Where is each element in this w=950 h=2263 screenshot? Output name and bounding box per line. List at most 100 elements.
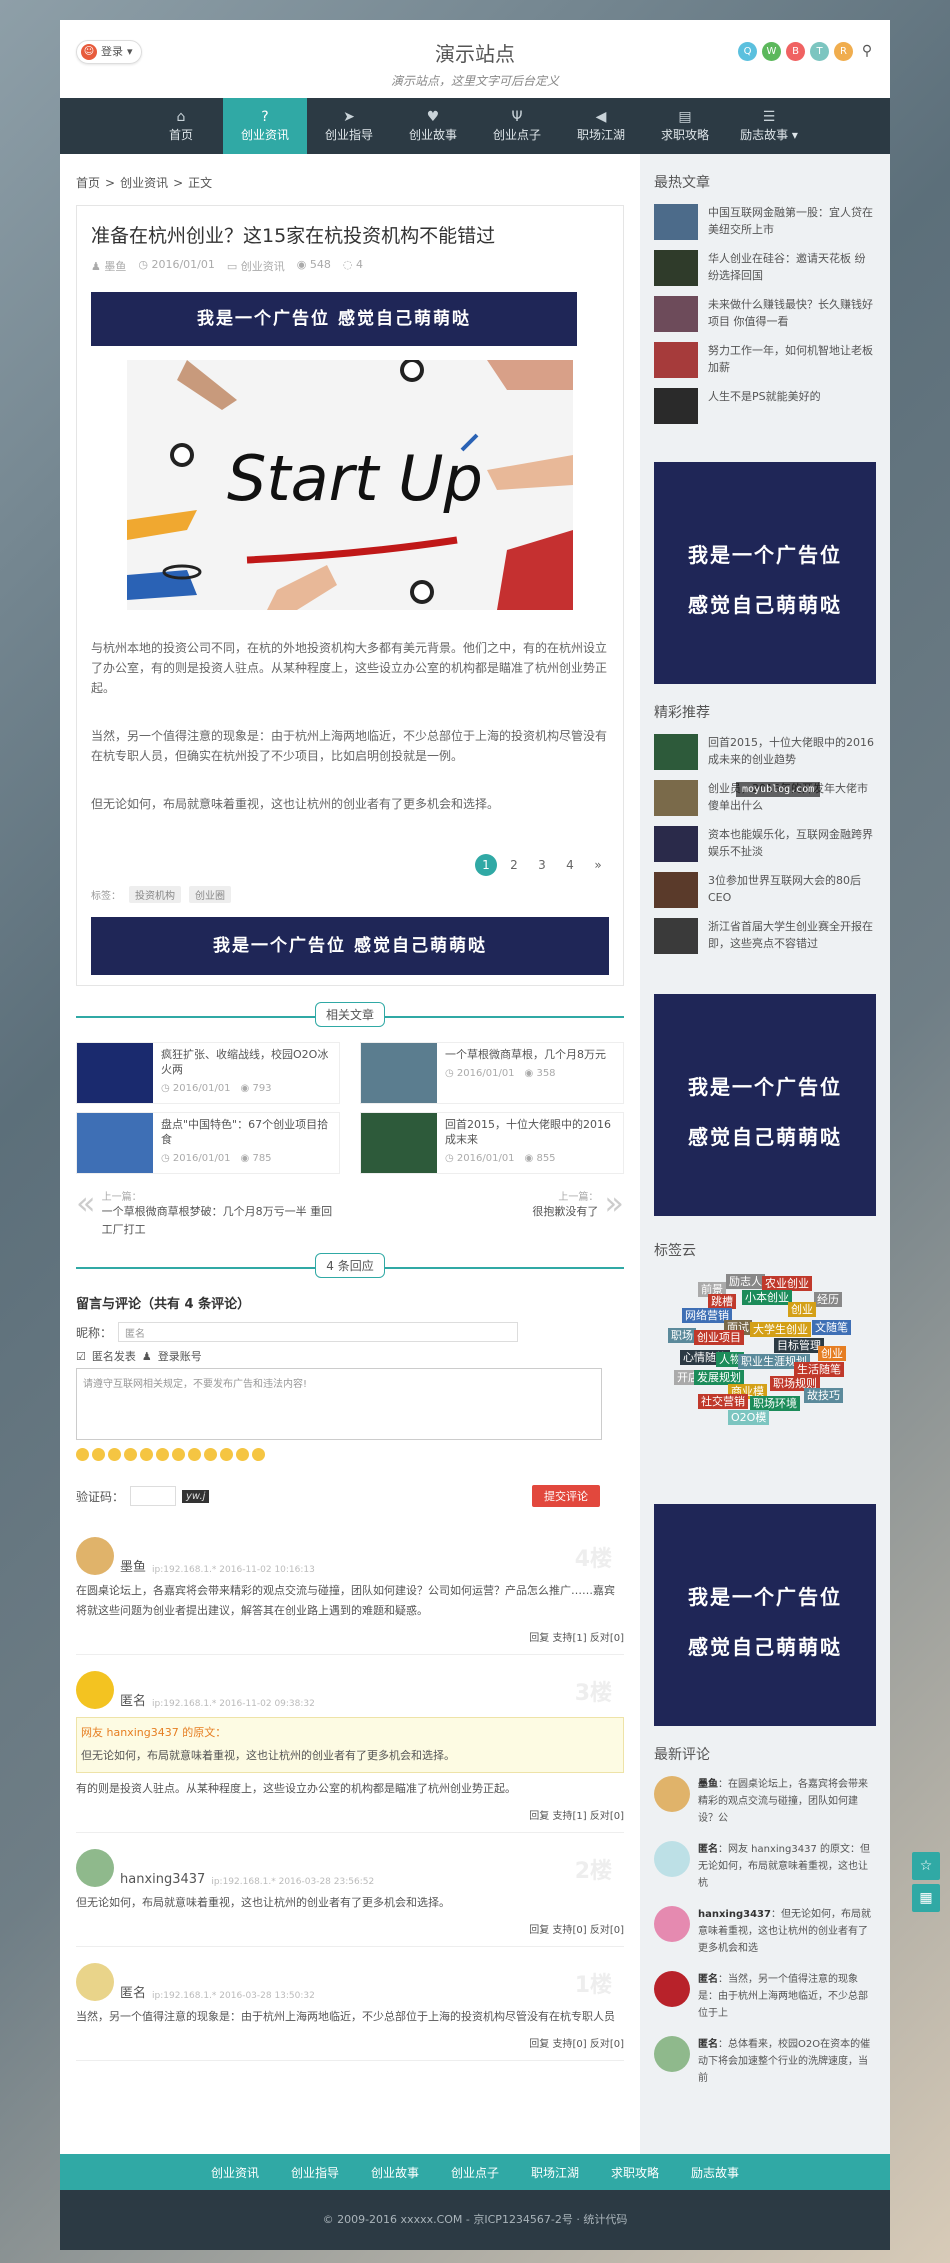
related-thumbnail[interactable] [77, 1113, 153, 1173]
sidebar-article[interactable]: 3位参加世界互联网大会的80后CEO [654, 872, 876, 908]
article-thumbnail[interactable] [654, 826, 698, 862]
prev-article-link[interactable]: « 上一篇： 一个草根微商草根梦破：几个月8万亏一半 重回工厂打工 [76, 1187, 336, 1239]
nav-item-6[interactable]: ▤ 求职攻略 [643, 98, 727, 154]
sidebar-article-title[interactable]: 资本也能娱乐化，互联网金融跨界娱乐不扯淡 [708, 826, 876, 862]
comments-meta[interactable]: ◌ 4 [343, 258, 363, 274]
related-title[interactable]: 一个草根微商草根，几个月8万元 [445, 1047, 606, 1062]
sidebar-ad-3[interactable]: 我是一个广告位 感觉自己萌萌哒 [654, 1504, 876, 1726]
cloud-tag[interactable]: 经历 [814, 1292, 842, 1307]
article-thumbnail[interactable] [654, 918, 698, 954]
article-thumbnail[interactable] [654, 250, 698, 286]
reply-link[interactable]: 回复 [529, 1925, 549, 1936]
related-thumbnail[interactable] [361, 1043, 437, 1103]
ad-banner-bottom[interactable]: 我是一个广告位 感觉自己萌萌哒 [91, 917, 609, 975]
rss-icon[interactable]: R [834, 42, 853, 61]
cloud-tag[interactable]: 大学生创业 [750, 1322, 811, 1337]
reply-link[interactable]: 回复 [529, 2039, 549, 2050]
cloud-tag[interactable]: 社交营销 [698, 1394, 748, 1409]
latest-comment[interactable]: hanxing3437：但无论如何，布局就意味着重视，这也让杭州的创业者有了更多… [654, 1906, 876, 1957]
latest-comment[interactable]: 墨鱼：在圆桌论坛上，各嘉宾将会带来精彩的观点交流与碰撞，团队如何建设？公 [654, 1776, 876, 1827]
sidebar-article[interactable]: 浙江省首届大学生创业赛全开报在即，这些亮点不容错过 [654, 918, 876, 954]
search-icon[interactable]: ⚲ [858, 42, 876, 61]
page-link[interactable]: 4 [559, 854, 581, 876]
sidebar-article-title[interactable]: 努力工作一年，如何机智地让老板加薪 [708, 342, 876, 378]
related-thumbnail[interactable] [77, 1043, 153, 1103]
emoji-icon[interactable] [220, 1448, 233, 1461]
latest-comment[interactable]: 匿名：总体看来，校园O2O在资本的催动下将会加速整个行业的洗牌速度，当前 [654, 2036, 876, 2087]
captcha-image[interactable]: yw.j [182, 1489, 210, 1503]
cloud-tag[interactable]: 生活随笔 [794, 1362, 844, 1377]
page-link[interactable]: » [587, 854, 609, 876]
emoji-icon[interactable] [92, 1448, 105, 1461]
sidebar-article-title[interactable]: 浙江省首届大学生创业赛全开报在即，这些亮点不容错过 [708, 918, 876, 954]
article-thumbnail[interactable] [654, 780, 698, 816]
sidebar-article-title[interactable]: 3位参加世界互联网大会的80后CEO [708, 872, 876, 908]
article-thumbnail[interactable] [654, 388, 698, 424]
sidebar-article[interactable]: 人生不是PS就能美好的 [654, 388, 876, 424]
cloud-tag[interactable]: 创业 [788, 1302, 816, 1317]
emoji-icon[interactable] [140, 1448, 153, 1461]
tag-link[interactable]: 投资机构 [129, 886, 181, 903]
ad-banner-top[interactable]: 我是一个广告位 感觉自己萌萌哒 [91, 292, 577, 346]
related-item[interactable]: 一个草根微商草根，几个月8万元 ◷ 2016/01/01 ◉ 358 [360, 1042, 624, 1104]
footer-nav-item[interactable]: 创业资讯 [205, 2164, 265, 2181]
submit-comment-button[interactable]: 提交评论 [532, 1485, 600, 1507]
related-item[interactable]: 回首2015，十位大佬眼中的2016成末来 ◷ 2016/01/01 ◉ 855 [360, 1112, 624, 1174]
sidebar-article[interactable]: 华人创业在硅谷：邀请天花板 纷纷选择回国 [654, 250, 876, 286]
nav-item-2[interactable]: ➤ 创业指导 [307, 98, 391, 154]
footer-nav-item[interactable]: 求职攻略 [605, 2164, 665, 2181]
cloud-tag[interactable]: 职场 [668, 1328, 696, 1343]
related-item[interactable]: 盘点"中国特色"：67个创业项目拾食 ◷ 2016/01/01 ◉ 785 [76, 1112, 340, 1174]
related-thumbnail[interactable] [361, 1113, 437, 1173]
next-article-link[interactable]: 上一篇： 很抱歉没有了 » [364, 1187, 624, 1239]
qq-icon[interactable]: Q [738, 42, 757, 61]
qrcode-icon[interactable]: ▦ [912, 1884, 940, 1912]
related-title[interactable]: 回首2015，十位大佬眼中的2016成末来 [445, 1117, 615, 1147]
cloud-tag[interactable]: 创业项目 [694, 1330, 744, 1345]
article-thumbnail[interactable] [654, 734, 698, 770]
support-link[interactable]: 支持[0] [552, 2039, 586, 2050]
sidebar-ad-2[interactable]: 我是一个广告位 感觉自己萌萌哒 [654, 994, 876, 1216]
oppose-link[interactable]: 反对[0] [590, 2039, 624, 2050]
emoji-icon[interactable] [124, 1448, 137, 1461]
sidebar-article-title[interactable]: 回首2015，十位大佬眼中的2016成未来的创业趋势 [708, 734, 876, 770]
tencent-weibo-icon[interactable]: T [810, 42, 829, 61]
footer-nav-item[interactable]: 励志故事 [685, 2164, 745, 2181]
related-title[interactable]: 盘点"中国特色"：67个创业项目拾食 [161, 1117, 331, 1147]
sidebar-article[interactable]: 未来做什么赚钱最快？长久赚钱好项目 你值得一看 [654, 296, 876, 332]
emoji-icon[interactable] [172, 1448, 185, 1461]
related-item[interactable]: 疯狂扩张、收缩战线，校园O2O冰火两 ◷ 2016/01/01 ◉ 793 [76, 1042, 340, 1104]
article-thumbnail[interactable] [654, 204, 698, 240]
sidebar-article[interactable]: 中国互联网金融第一股：宜人贷在美纽交所上市 [654, 204, 876, 240]
comment-textarea[interactable]: 请遵守互联网相关规定，不要发布广告和违法内容! [76, 1368, 602, 1440]
sidebar-article[interactable]: 努力工作一年，如何机智地让老板加薪 [654, 342, 876, 378]
oppose-link[interactable]: 反对[0] [590, 1925, 624, 1936]
nickname-input[interactable]: 匿名 [118, 1322, 519, 1342]
nav-item-1[interactable]: ? 创业资讯 [223, 98, 307, 154]
login-account-link[interactable]: 登录账号 [158, 1348, 202, 1364]
cloud-tag[interactable]: 目标管理 [774, 1338, 824, 1353]
category-meta[interactable]: ▭ 创业资讯 [227, 258, 285, 274]
support-link[interactable]: 支持[1] [552, 1811, 586, 1822]
cloud-tag[interactable]: 文随笔 [812, 1320, 851, 1335]
sidebar-article[interactable]: 资本也能娱乐化，互联网金融跨界娱乐不扯淡 [654, 826, 876, 862]
article-thumbnail[interactable] [654, 342, 698, 378]
footer-nav-item[interactable]: 创业故事 [365, 2164, 425, 2181]
star-icon[interactable]: ☆ [912, 1852, 940, 1880]
emoji-icon[interactable] [252, 1448, 265, 1461]
cloud-tag[interactable]: 职场环境 [750, 1396, 800, 1411]
emoji-icon[interactable] [108, 1448, 121, 1461]
weibo-icon[interactable]: B [786, 42, 805, 61]
prev-article-title[interactable]: 一个草根微商草根梦破：几个月8万亏一半 重回工厂打工 [102, 1203, 336, 1239]
nav-item-5[interactable]: ◀ 职场江湖 [559, 98, 643, 154]
captcha-input[interactable] [130, 1486, 177, 1506]
cloud-tag[interactable]: 小本创业 [742, 1290, 792, 1305]
cloud-tag[interactable]: 故技巧 [804, 1388, 843, 1403]
cloud-tag[interactable]: 农业创业 [762, 1276, 812, 1291]
sidebar-ad-1[interactable]: 我是一个广告位 感觉自己萌萌哒 [654, 462, 876, 684]
reply-link[interactable]: 回复 [529, 1811, 549, 1822]
oppose-link[interactable]: 反对[0] [590, 1633, 624, 1644]
sidebar-article-title[interactable]: 华人创业在硅谷：邀请天花板 纷纷选择回国 [708, 250, 876, 286]
anon-checkbox[interactable]: ☑ [76, 1350, 86, 1363]
page-link[interactable]: 1 [475, 854, 497, 876]
